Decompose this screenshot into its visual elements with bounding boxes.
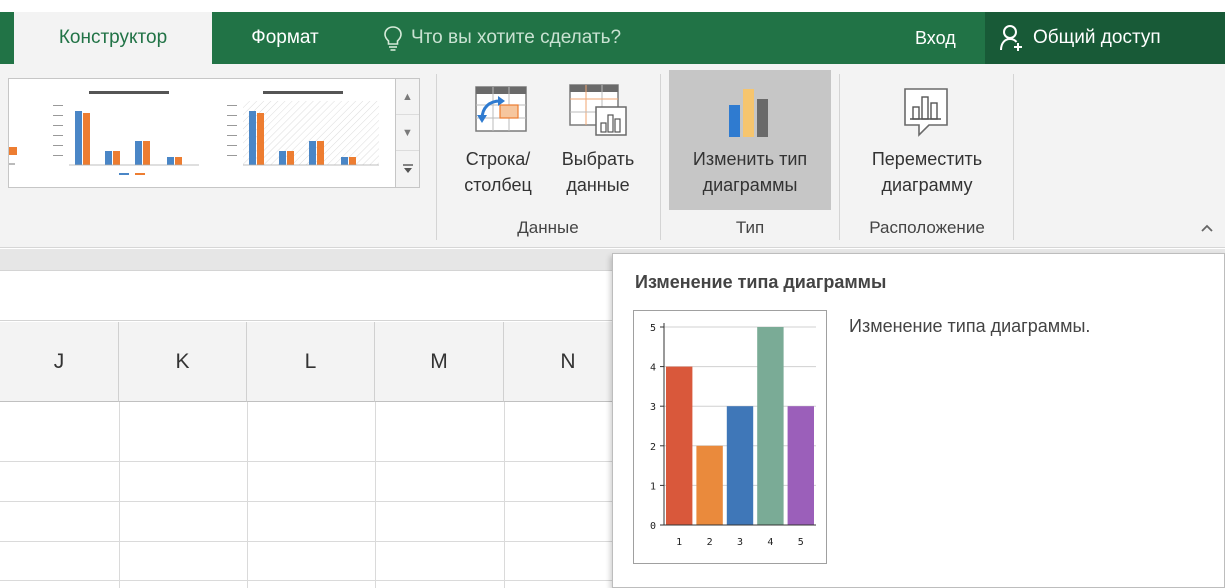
y-tick-label: 0 (650, 521, 656, 532)
column-header-l-label: L (304, 349, 317, 373)
select-data-label-1: Выбрать (561, 149, 635, 169)
chart-style-thumb-2[interactable] (223, 85, 383, 181)
chart-style-thumb-partial[interactable] (9, 85, 37, 181)
share-button[interactable]: Общий доступ (985, 12, 1225, 64)
tooltip-bar-chart: 0 1 2 3 4 5 1 2 3 4 5 (650, 323, 816, 548)
chart-bar (696, 445, 723, 525)
select-data-icon (569, 84, 627, 136)
tab-format-label: Формат (251, 27, 319, 48)
gallery-expand-button[interactable] (396, 151, 419, 187)
tab-format[interactable]: Формат (222, 12, 348, 64)
gallery-scroll-up-button[interactable]: ▲ (396, 79, 419, 115)
share-label: Общий доступ (1033, 27, 1161, 48)
group-location-label: Расположение (869, 218, 985, 237)
sign-in-label: Вход (915, 27, 956, 48)
group-type-label: Тип (735, 218, 765, 237)
move-chart-button[interactable]: Переместить диаграмму (846, 70, 1008, 210)
chart-style-thumb-1[interactable] (49, 85, 209, 181)
chart-bar (666, 366, 693, 525)
y-tick-label: 5 (650, 323, 656, 334)
select-data-label-2: данные (566, 175, 630, 195)
column-header-n-label: N (560, 349, 576, 373)
column-header-j-label: J (53, 349, 65, 373)
column-header-j[interactable]: J (0, 322, 119, 402)
move-chart-label-2: диаграмму (881, 175, 973, 195)
move-chart-label-1: Переместить (871, 149, 983, 169)
y-tick-label: 2 (650, 442, 656, 453)
chart-bar (757, 327, 784, 525)
tell-me-search[interactable]: Что вы хотите сделать? (383, 12, 621, 64)
lightbulb-icon (384, 26, 402, 51)
ribbon: ▲ ▼ Строка/ столбец Выбрать данные Данны… (0, 64, 1225, 248)
move-chart-icon (904, 88, 948, 137)
x-tick-label: 5 (798, 537, 804, 548)
chart-bar (726, 406, 754, 525)
chevron-up-icon (1201, 224, 1213, 232)
tooltip-chart-preview: 0 1 2 3 4 5 1 2 3 4 5 (633, 310, 827, 564)
tab-constructor[interactable]: Конструктор (14, 12, 212, 64)
change-chart-type-label-1: Изменить тип (692, 149, 808, 169)
y-tick-label: 3 (650, 402, 656, 413)
switch-row-column-icon (475, 86, 527, 132)
excel-window: Конструктор Формат Что вы хотите сделать… (0, 0, 1225, 588)
expand-more-icon (402, 164, 413, 173)
group-data-label: Данные (517, 218, 579, 237)
collapse-ribbon-button[interactable] (1200, 220, 1214, 238)
switch-row-column-button[interactable]: Строка/ столбец (446, 70, 550, 210)
switch-row-column-label-1: Строка/ (465, 149, 531, 169)
tab-bar: Конструктор Формат Что вы хотите сделать… (0, 0, 1225, 64)
column-header-k[interactable]: K (119, 322, 247, 402)
chart-type-tooltip: Изменение типа диаграммы Изменение типа … (612, 253, 1225, 588)
chart-styles-gallery (8, 78, 396, 188)
chart-type-icon (729, 89, 768, 137)
tell-me-placeholder: Что вы хотите сделать? (411, 27, 622, 48)
select-data-button[interactable]: Выбрать данные (548, 70, 648, 210)
change-chart-type-label-2: диаграммы (702, 175, 798, 195)
tab-constructor-label: Конструктор (58, 27, 168, 48)
tooltip-description: Изменение типа диаграммы. (849, 316, 1091, 336)
column-header-m-label: M (430, 349, 448, 373)
gallery-scroll: ▲ ▼ (396, 78, 420, 188)
x-tick-label: 2 (707, 537, 713, 548)
change-chart-type-button[interactable]: Изменить тип диаграммы (669, 70, 831, 210)
x-tick-label: 1 (676, 537, 682, 548)
chart-bar (787, 406, 814, 525)
x-tick-label: 3 (737, 537, 743, 548)
y-tick-label: 4 (650, 363, 656, 374)
y-tick-label: 1 (650, 481, 656, 492)
sign-in-link[interactable]: Вход (915, 12, 956, 64)
gallery-scroll-down-button[interactable]: ▼ (396, 115, 419, 151)
person-add-icon (1000, 25, 1022, 51)
column-header-l[interactable]: L (247, 322, 375, 402)
tooltip-title: Изменение типа диаграммы (635, 272, 887, 292)
switch-row-column-label-2: столбец (464, 175, 532, 195)
x-tick-label: 4 (767, 537, 773, 548)
column-header-m[interactable]: M (375, 322, 504, 402)
column-header-k-label: K (175, 349, 190, 373)
